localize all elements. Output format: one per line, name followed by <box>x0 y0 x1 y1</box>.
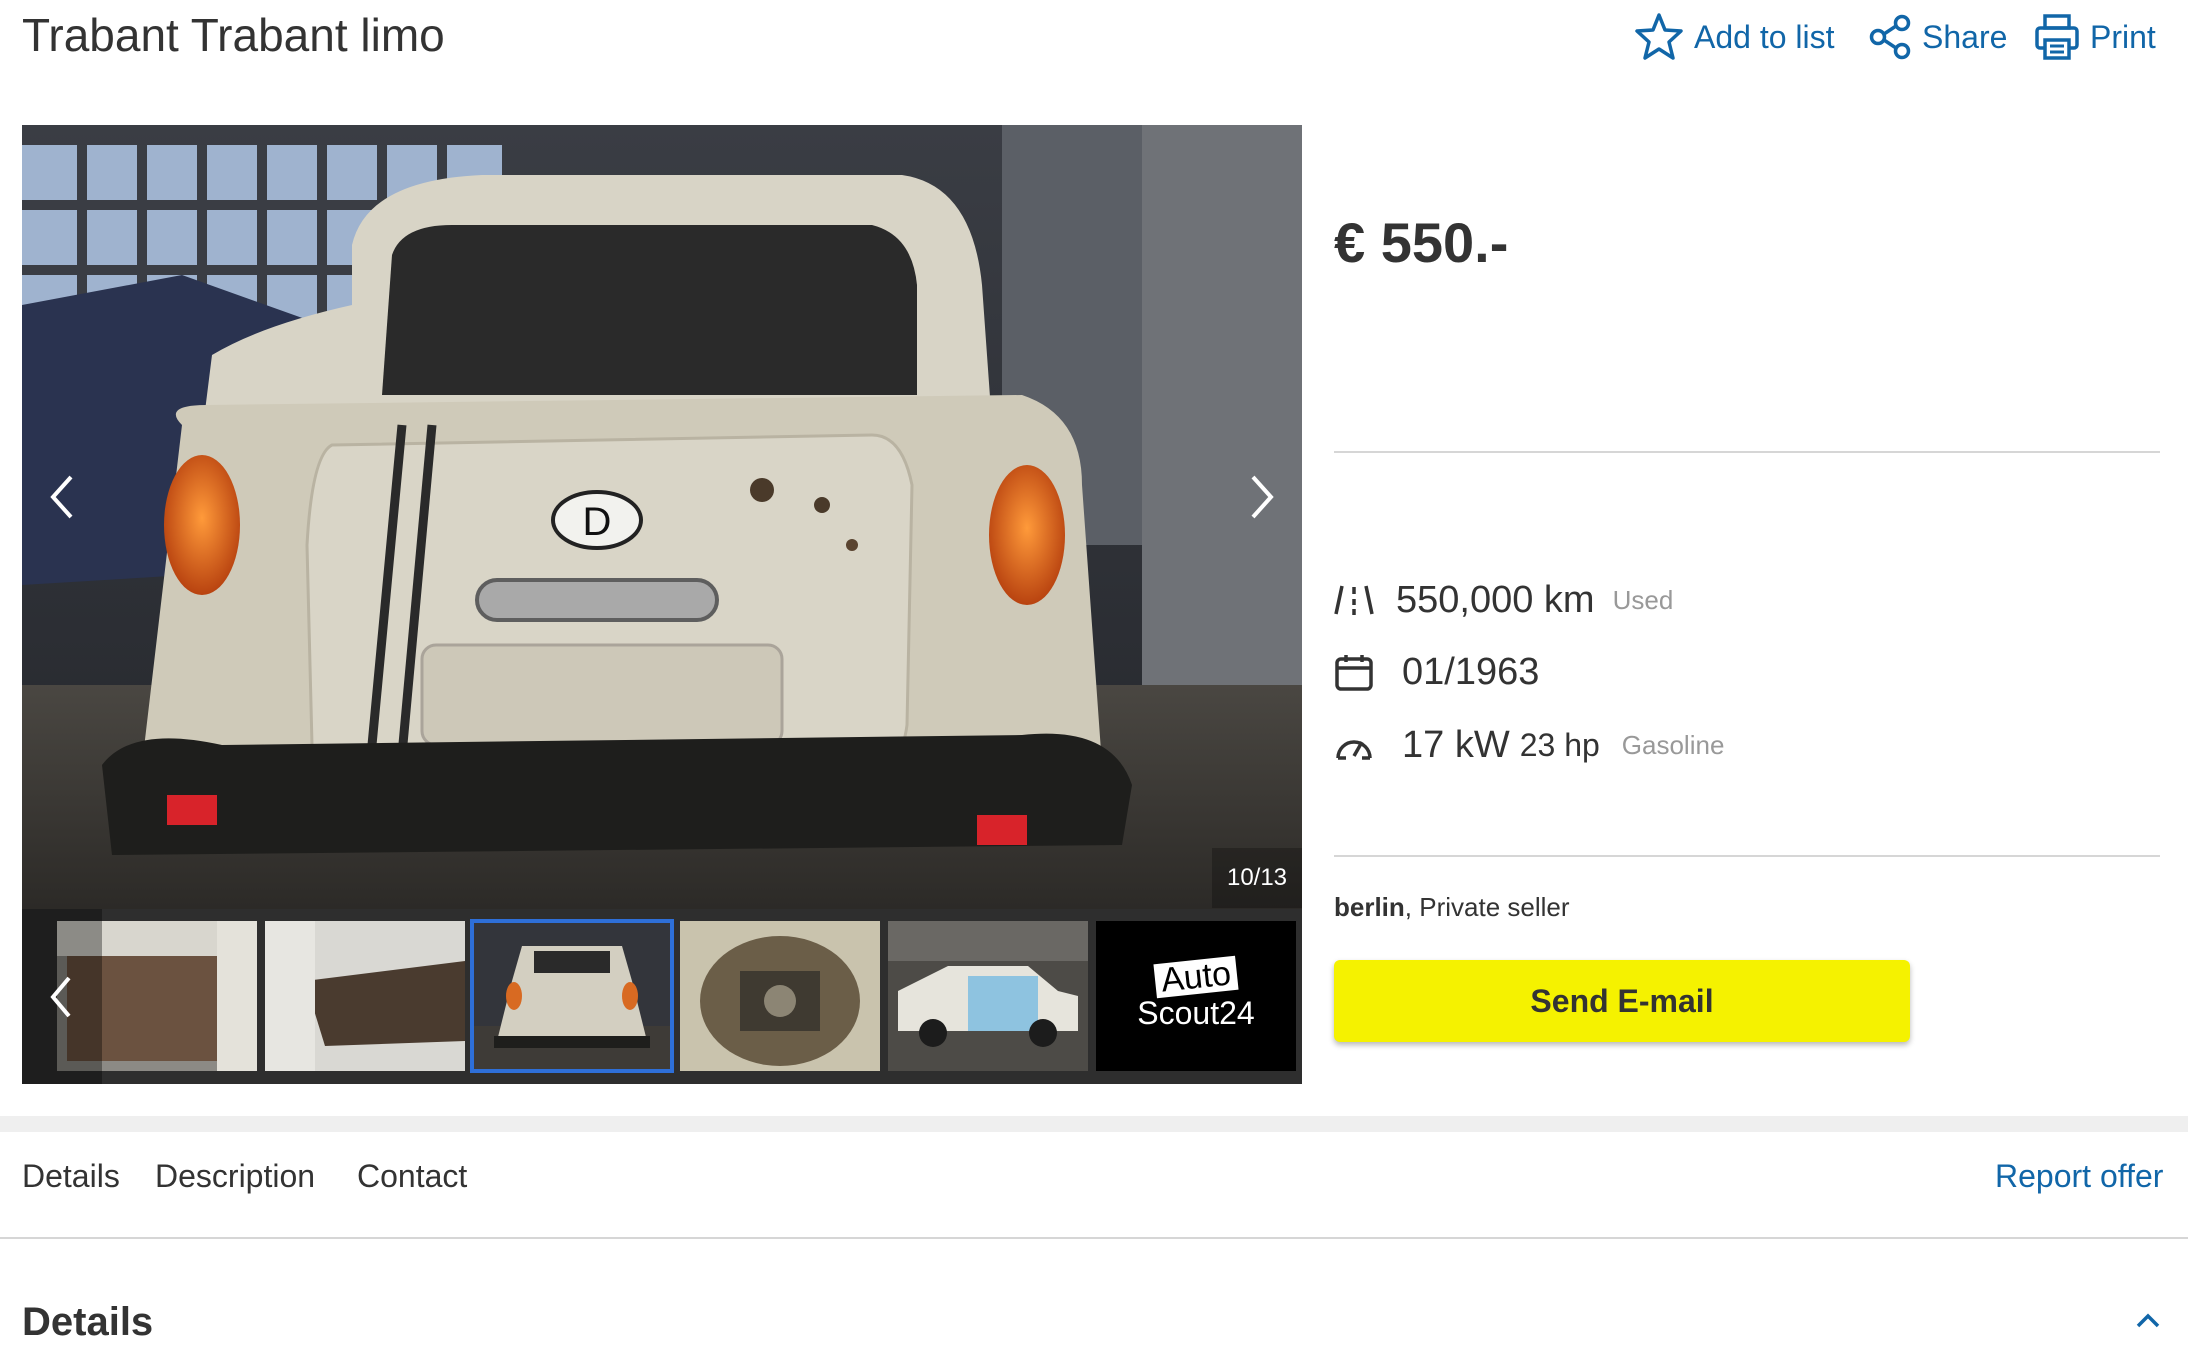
page-title: Trabant Trabant limo <box>22 9 445 61</box>
tab-description[interactable]: Description <box>155 1158 315 1195</box>
thumbnail-engine[interactable] <box>680 921 880 1071</box>
printer-icon <box>2034 13 2080 61</box>
photo-next-arrow[interactable] <box>1222 435 1302 559</box>
speedometer-icon <box>1334 724 1382 766</box>
share-icon <box>1868 14 1912 60</box>
section-separator <box>0 1116 2188 1132</box>
fuel-type-value: Gasoline <box>1621 729 1725 760</box>
chevron-left-icon <box>50 475 73 519</box>
send-email-button[interactable]: Send E-mail <box>1334 960 1910 1042</box>
power-hp-value: 23 hp <box>1519 726 1600 763</box>
add-to-list-button[interactable]: Add to list <box>1634 12 1835 62</box>
logo-line-2: Scout24 <box>1137 995 1255 1031</box>
calendar-icon <box>1334 651 1382 693</box>
photo-counter: 10/13 <box>1212 848 1302 908</box>
divider <box>1334 451 2160 453</box>
star-icon <box>1634 12 1684 62</box>
seller-city: berlin <box>1334 892 1405 922</box>
seller-type: , Private seller <box>1404 892 1570 922</box>
share-button[interactable]: Share <box>1868 12 2007 62</box>
svg-text:D: D <box>583 500 612 544</box>
power-row: 17 kW 23 hp Gasoline <box>1334 720 1724 770</box>
add-to-list-label: Add to list <box>1694 18 1835 55</box>
logo-line-1: Auto <box>1153 954 1239 1000</box>
thumbnail-prev-arrow[interactable] <box>22 909 102 1084</box>
road-icon <box>1334 579 1376 621</box>
registration-value: 01/1963 <box>1402 650 1540 693</box>
thumbnail-strip: Auto Scout24 <box>22 909 1302 1084</box>
trabant-rear-photo: D <box>22 125 1302 909</box>
details-section-heading: Details <box>22 1300 154 1344</box>
print-label: Print <box>2090 18 2156 55</box>
print-button[interactable]: Print <box>2034 12 2156 62</box>
collapse-details-button[interactable] <box>2128 1300 2168 1340</box>
price: € 550.- <box>1334 211 1509 274</box>
thumbnail-side-view[interactable] <box>888 921 1088 1071</box>
autoscout24-logo[interactable]: Auto Scout24 <box>1096 921 1296 1071</box>
mileage-value: 550,000 km <box>1396 578 1595 621</box>
chevron-right-icon <box>1251 475 1274 519</box>
tabs-divider <box>0 1237 2188 1239</box>
mileage-row: 550,000 km Used <box>1334 575 1673 625</box>
chevron-up-icon <box>2136 1313 2160 1328</box>
chevron-left-icon <box>50 976 71 1017</box>
photo-prev-arrow[interactable] <box>22 435 102 559</box>
report-offer-link[interactable]: Report offer <box>1995 1158 2163 1195</box>
share-label: Share <box>1922 18 2008 55</box>
thumbnail-rear-view[interactable] <box>470 919 674 1073</box>
divider <box>1334 855 2160 857</box>
condition-value: Used <box>1612 584 1674 615</box>
power-kw-value: 17 kW <box>1402 723 1510 766</box>
main-photo[interactable]: D <box>22 125 1302 909</box>
seller-info: berlin, Private seller <box>1334 892 1570 923</box>
thumbnail-interior-corner[interactable] <box>265 921 465 1071</box>
tab-details[interactable]: Details <box>22 1158 120 1195</box>
tab-contact[interactable]: Contact <box>357 1158 467 1195</box>
registration-row: 01/1963 <box>1334 647 1539 697</box>
